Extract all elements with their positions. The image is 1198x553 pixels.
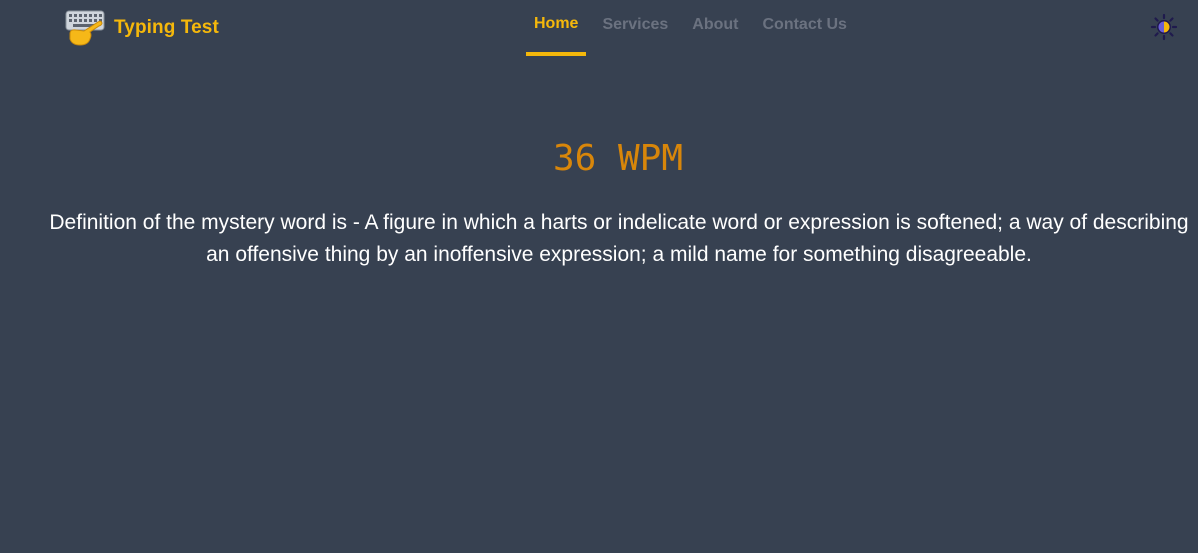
mystery-word-definition: Definition of the mystery word is - A fi… [49, 211, 1189, 266]
brand[interactable]: Typing Test [64, 8, 219, 48]
nav-item-services[interactable]: Services [602, 0, 668, 56]
nav-item-home[interactable]: Home [526, 0, 587, 56]
keyboard-with-pointing-hand-icon [64, 8, 108, 48]
nav-item-contact-us[interactable]: Contact Us [763, 0, 847, 56]
brand-title: Typing Test [114, 17, 219, 38]
sun-half-moon-icon [1150, 13, 1178, 41]
theme-toggle-button[interactable] [1150, 13, 1178, 41]
nav-menu: Home Services About Contact Us [526, 0, 871, 56]
wpm-result: 36 WPM [552, 138, 684, 179]
navbar: Typing Test Home Services About Contact … [0, 0, 1198, 56]
nav-item-about[interactable]: About [692, 0, 738, 56]
